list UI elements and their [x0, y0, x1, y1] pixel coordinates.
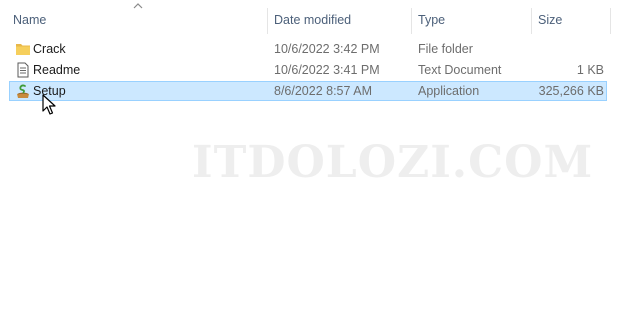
column-divider[interactable]: [267, 8, 268, 34]
column-header-type-label: Type: [418, 13, 446, 27]
file-type: File folder: [418, 42, 473, 56]
file-name: Crack: [33, 42, 66, 56]
file-name: Readme: [33, 63, 81, 77]
watermark: ITDOLOZI.COM: [192, 137, 594, 188]
file-date-modified: 10/6/2022 3:41 PM: [274, 63, 380, 77]
file-date-modified: 10/6/2022 3:42 PM: [274, 42, 380, 56]
setup-application-icon: [17, 84, 29, 98]
column-divider[interactable]: [610, 8, 611, 34]
text-document-icon: [17, 62, 29, 78]
column-header-size-label: Size: [538, 13, 563, 27]
file-row-readme[interactable]: Readme 10/6/2022 3:41 PM Text Document 1…: [9, 60, 607, 80]
folder-icon: [16, 44, 30, 55]
file-type: Text Document: [418, 63, 502, 77]
column-divider[interactable]: [411, 8, 412, 34]
column-header-date-modified[interactable]: Date modified: [274, 0, 410, 34]
file-row-setup[interactable]: Setup 8/6/2022 8:57 AM Application 325,2…: [9, 81, 607, 101]
column-header-date-modified-label: Date modified: [274, 13, 352, 27]
file-row-crack[interactable]: Crack 10/6/2022 3:42 PM File folder: [9, 39, 607, 59]
column-header-size[interactable]: Size: [538, 0, 610, 34]
column-header-bar: Name Date modified Type Size: [0, 0, 641, 34]
file-size: 325,266 KB: [538, 84, 604, 98]
file-date-modified: 8/6/2022 8:57 AM: [274, 84, 372, 98]
column-header-type[interactable]: Type: [418, 0, 530, 34]
column-header-name-label: Name: [13, 13, 47, 27]
file-explorer-list-view: Name Date modified Type Size Crack 10/6/…: [0, 0, 641, 334]
column-header-name[interactable]: Name: [13, 0, 267, 34]
file-type: Application: [418, 84, 480, 98]
column-divider[interactable]: [531, 8, 532, 34]
file-size: 1 KB: [576, 63, 604, 77]
mouse-pointer-icon: [42, 94, 56, 115]
